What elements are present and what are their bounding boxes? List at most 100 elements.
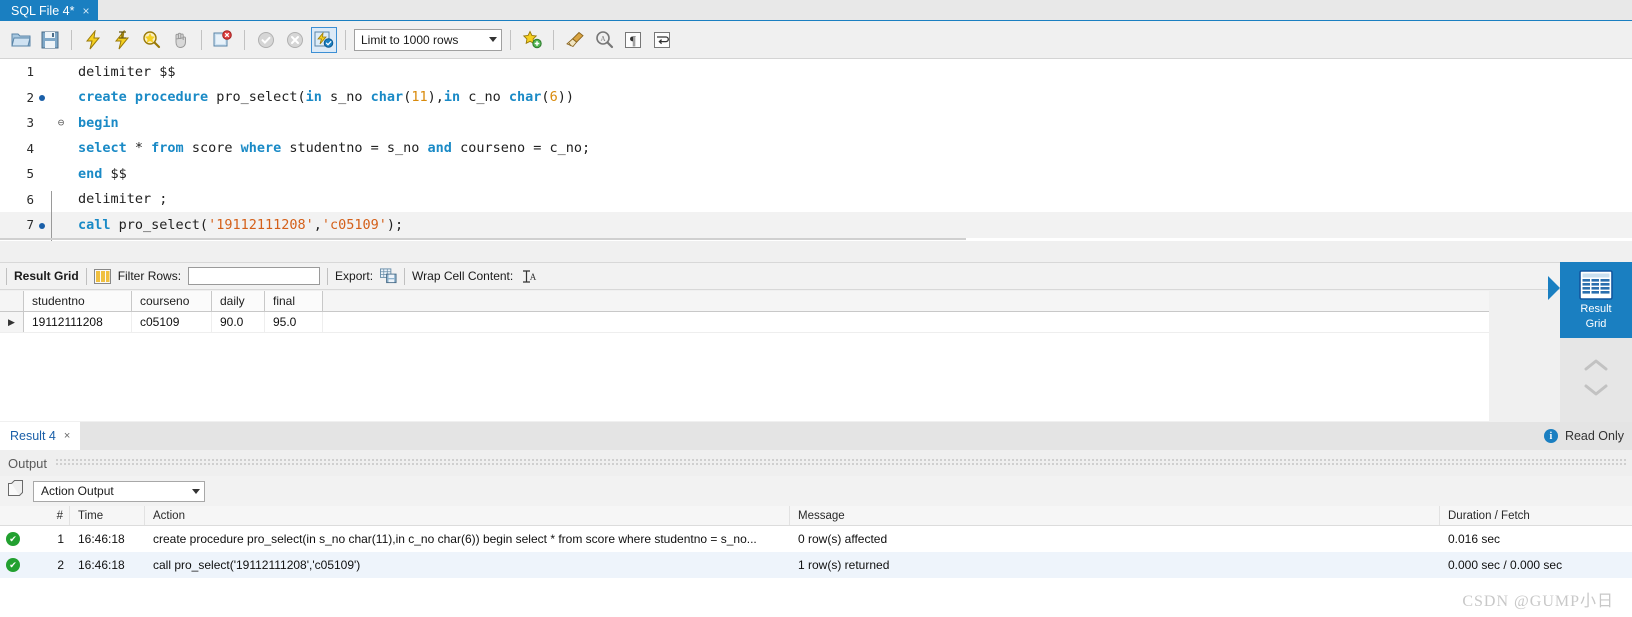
result-tab-label: Result 4 bbox=[10, 429, 56, 443]
stop-on-error-toggle-button[interactable] bbox=[210, 27, 236, 53]
token-op: )) bbox=[557, 89, 574, 106]
result-grid-body: ▶ 19112111208 c05109 90.0 95.0 bbox=[0, 312, 1489, 333]
header-dotted-rule bbox=[55, 459, 1628, 467]
wrap-cell-icon[interactable]: A bbox=[520, 268, 537, 285]
output-cell-action: call pro_select('19112111208','c05109') bbox=[153, 558, 361, 572]
code-line[interactable]: 6 delimiter ; bbox=[0, 187, 1632, 213]
output-selector-bar: Action Output bbox=[0, 476, 1632, 506]
token-kw: create bbox=[78, 89, 127, 106]
info-icon: i bbox=[1543, 429, 1558, 443]
token-kw: select bbox=[78, 140, 127, 157]
grid-view-icon[interactable] bbox=[93, 268, 111, 285]
breakpoint-marker[interactable] bbox=[34, 217, 50, 233]
sql-code-editor[interactable]: 1 delimiter $$ 2 create procedure pro_selec… bbox=[0, 59, 1632, 241]
export-icon[interactable] bbox=[380, 268, 397, 285]
fold-toggle-icon[interactable]: ⊖ bbox=[50, 116, 72, 129]
token-op bbox=[127, 89, 135, 105]
pilcrow-icon[interactable]: ¶ bbox=[620, 27, 646, 53]
beautify-query-button[interactable] bbox=[562, 27, 588, 53]
read-only-status: i Read Only bbox=[1543, 422, 1624, 450]
svg-text:A: A bbox=[600, 35, 605, 43]
save-script-button[interactable] bbox=[37, 27, 63, 53]
token-kw: begin bbox=[78, 114, 119, 131]
result-grid-icon bbox=[1579, 270, 1613, 300]
output-cell-message: 1 row(s) returned bbox=[798, 558, 890, 572]
output-panel-header: Output bbox=[0, 450, 1632, 476]
mysql-workbench-window: SQL File 4* × Limit to 1000 rows A ¶ 1 d… bbox=[0, 0, 1632, 617]
code-text: delimiter $$ bbox=[72, 64, 176, 80]
wrap-lines-icon[interactable] bbox=[649, 27, 675, 53]
line-number: 7 bbox=[26, 217, 34, 233]
grid-cell[interactable]: 19112111208 bbox=[24, 312, 132, 332]
chevron-down-icon[interactable] bbox=[1583, 382, 1609, 402]
output-cell-duration: 0.000 sec / 0.000 sec bbox=[1448, 558, 1563, 572]
table-row[interactable]: ▶ 19112111208 c05109 90.0 95.0 bbox=[0, 312, 1489, 333]
find-magnifier-icon[interactable]: A bbox=[591, 27, 617, 53]
filter-rows-input[interactable] bbox=[188, 267, 321, 285]
code-line[interactable]: 5 end $$ bbox=[0, 161, 1632, 187]
tab-result-4[interactable]: Result 4 × bbox=[0, 422, 81, 450]
grid-cell[interactable]: 95.0 bbox=[265, 312, 323, 332]
editor-splitter[interactable] bbox=[0, 238, 966, 240]
toggle-autocommit-button[interactable] bbox=[311, 26, 337, 53]
save-snippet-button[interactable] bbox=[519, 27, 545, 53]
close-icon[interactable]: × bbox=[82, 5, 89, 17]
side-panel-result-grid[interactable]: Result Grid bbox=[1560, 262, 1632, 338]
code-text: end $$ bbox=[72, 166, 127, 182]
row-limit-select[interactable]: Limit to 1000 rows bbox=[354, 28, 502, 51]
row-limit-value: Limit to 1000 rows bbox=[361, 32, 459, 47]
close-icon[interactable]: × bbox=[64, 430, 70, 442]
line-number: 6 bbox=[26, 191, 34, 207]
execute-current-statement-button[interactable] bbox=[109, 27, 135, 53]
execute-statements-button[interactable] bbox=[80, 27, 106, 53]
read-only-label: Read Only bbox=[1564, 429, 1624, 443]
commit-transaction-button[interactable] bbox=[253, 27, 279, 53]
grid-column-header[interactable]: courseno bbox=[132, 291, 212, 311]
token-num: 6 bbox=[549, 89, 558, 106]
chevron-up-icon[interactable] bbox=[1583, 358, 1609, 378]
column-header-num: # bbox=[26, 506, 70, 525]
action-output-table[interactable]: # Time Action Message Duration / Fetch ✔… bbox=[0, 506, 1632, 617]
code-line[interactable]: 1 delimiter $$ bbox=[0, 59, 1632, 85]
code-line[interactable]: 3 ⊖ begin bbox=[0, 110, 1632, 136]
grid-column-header[interactable]: daily bbox=[212, 291, 265, 311]
code-text: call pro_select('19112111208','c05109'); bbox=[72, 217, 403, 233]
token-kw: from bbox=[151, 140, 184, 157]
token-kw: where bbox=[240, 140, 282, 157]
grid-cell[interactable]: c05109 bbox=[132, 312, 212, 332]
breakpoint-marker[interactable] bbox=[34, 89, 50, 105]
side-panel-label-line2: Grid bbox=[1585, 318, 1607, 330]
output-pages-icon[interactable] bbox=[8, 480, 25, 502]
stop-execution-button[interactable] bbox=[167, 27, 193, 53]
grid-column-header[interactable]: final bbox=[265, 291, 323, 311]
token-kw: in bbox=[443, 89, 461, 106]
result-data-grid[interactable]: studentno courseno daily final ▶ 19112111208… bbox=[0, 291, 1489, 421]
output-row[interactable]: ✔ 2 16:46:18 call pro_select('19112111208',… bbox=[0, 552, 1632, 578]
toolbar-separator bbox=[345, 29, 346, 50]
chevron-down-icon bbox=[192, 488, 200, 494]
grid-column-header[interactable]: studentno bbox=[24, 291, 132, 311]
token-kw: call bbox=[78, 216, 111, 233]
toolbar-separator bbox=[201, 29, 202, 50]
row-marker-header bbox=[0, 291, 24, 311]
explain-query-button[interactable] bbox=[138, 27, 164, 53]
toolbar-separator bbox=[6, 267, 7, 285]
status-success-icon: ✔ bbox=[0, 558, 26, 572]
result-tab-strip: Result 4 × i Read Only bbox=[0, 422, 1632, 450]
code-line[interactable]: 4 select * from score where studentno = s… bbox=[0, 136, 1632, 162]
tab-sql-file-4[interactable]: SQL File 4* × bbox=[0, 0, 99, 21]
token-op: score bbox=[183, 140, 241, 157]
token-str: 'c05109' bbox=[321, 216, 387, 233]
open-sql-script-button[interactable] bbox=[8, 27, 34, 53]
code-line[interactable]: 2 create procedure pro_select(in s_no cha… bbox=[0, 85, 1632, 111]
grid-cell[interactable]: 90.0 bbox=[212, 312, 265, 332]
code-line[interactable]: 7 call pro_select('19112111208','c05109')… bbox=[0, 212, 1632, 238]
wrap-cell-content-label: Wrap Cell Content: bbox=[412, 269, 514, 283]
export-label: Export: bbox=[335, 269, 374, 283]
token-op: courseno = c_no; bbox=[451, 140, 591, 157]
output-row[interactable]: ✔ 1 16:46:18 create procedure pro_select(in… bbox=[0, 526, 1632, 552]
line-number: 2 bbox=[26, 89, 34, 105]
output-type-select[interactable]: Action Output bbox=[33, 480, 205, 502]
rollback-transaction-button[interactable] bbox=[282, 27, 308, 53]
svg-text:A: A bbox=[529, 272, 536, 282]
